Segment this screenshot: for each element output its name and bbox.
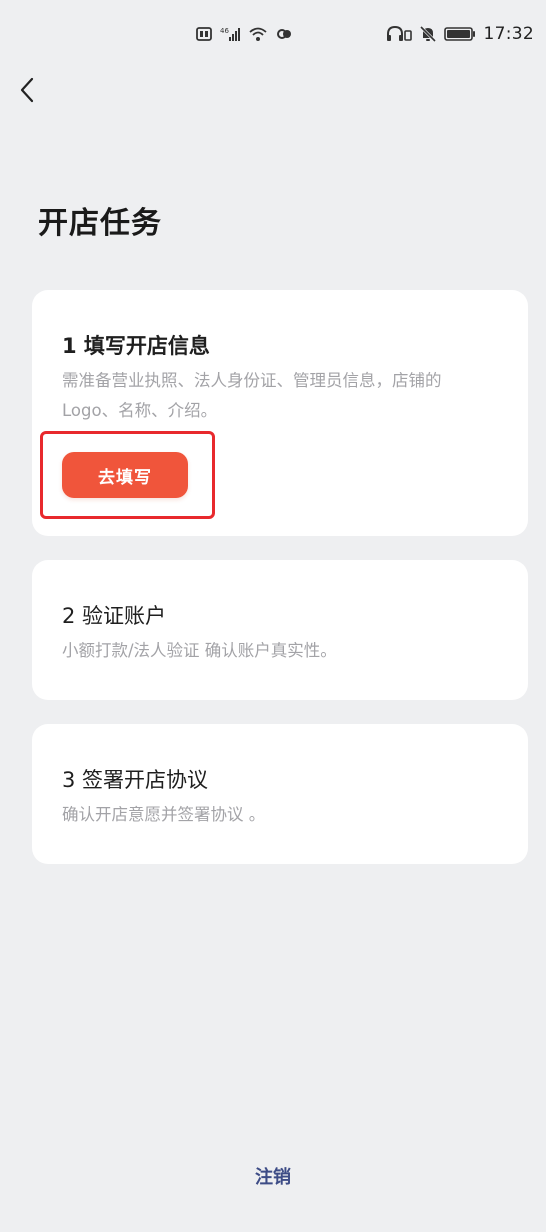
mute-icon: [419, 25, 436, 43]
battery-icon: [443, 26, 476, 42]
task-card-fill-info: 1 填写开店信息 需准备营业执照、法人身份证、管理员信息，店铺的Logo、名称、…: [32, 290, 528, 536]
chevron-left-icon: [18, 76, 38, 108]
back-button[interactable]: [8, 72, 48, 112]
link-icon: [276, 26, 292, 42]
screen: 46 17:32 开店任务 1 填写开店信息 需准备营业执照、法人身份证、管理员…: [0, 0, 546, 1232]
task-description: 需准备营业执照、法人身份证、管理员信息，店铺的Logo、名称、介绍。: [62, 371, 442, 420]
signal-icon: 46: [220, 26, 240, 42]
headphones-icon: [386, 25, 412, 43]
task-title: 1 填写开店信息: [62, 334, 210, 358]
task-title: 2 验证账户: [62, 604, 167, 628]
logout-link[interactable]: 注销: [0, 1163, 546, 1189]
status-time: 17:32: [483, 24, 534, 44]
page-title: 开店任务: [38, 206, 162, 241]
sim-card-icon: [196, 26, 212, 42]
task-card-verify-account: 2 验证账户 小额打款/法人验证 确认账户真实性。: [32, 560, 528, 700]
wifi-icon: [248, 26, 268, 42]
fill-in-button[interactable]: 去填写: [62, 452, 188, 498]
svg-text:46: 46: [220, 27, 229, 35]
status-left-icons: 46: [196, 22, 292, 46]
task-description: 确认开店意愿并签署协议 。: [62, 805, 266, 824]
task-description: 小额打款/法人验证 确认账户真实性。: [62, 641, 337, 660]
status-right-icons: 17:32: [386, 22, 535, 46]
task-title: 3 签署开店协议: [62, 768, 209, 792]
status-bar: 46 17:32: [0, 0, 546, 64]
task-card-sign-agreement: 3 签署开店协议 确认开店意愿并签署协议 。: [32, 724, 528, 864]
